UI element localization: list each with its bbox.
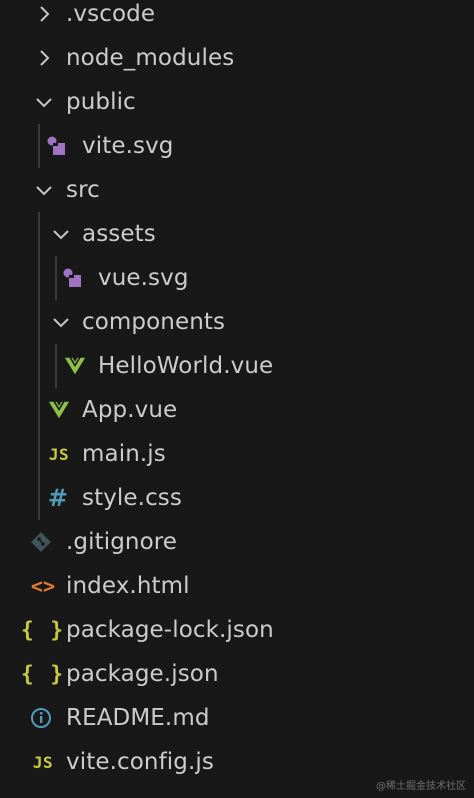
tree-item-package-lock-json[interactable]: { } package-lock.json [0,608,474,652]
tree-item-main-js[interactable]: JS main.js [0,432,474,476]
tree-item-label: .vscode [66,1,156,27]
tree-item-label: vite.config.js [66,749,214,775]
tree-item-label: assets [82,221,156,247]
tree-item-label: .gitignore [66,529,178,555]
html-file-icon: <> [30,574,56,598]
tree-item-readme-md[interactable]: README.md [0,696,474,740]
vue-file-icon [64,355,86,377]
tree-item-src[interactable]: src [0,168,474,212]
tree-item-label: vite.svg [82,133,174,159]
tree-item-label: package-lock.json [66,617,274,643]
tree-item-node-modules[interactable]: node_modules [0,36,474,80]
tree-item-public[interactable]: public [0,80,474,124]
tree-item-label: public [66,89,136,115]
css-file-icon: # [47,484,69,512]
js-file-icon: JS [32,752,54,772]
tree-item-assets[interactable]: assets [0,212,474,256]
tree-item-label: node_modules [66,45,235,71]
tree-item-label: src [66,177,100,203]
js-file-icon: JS [48,444,70,464]
chevron-down-icon[interactable] [50,223,72,245]
tree-item-label: HelloWorld.vue [98,353,274,379]
tree-item-label: components [82,309,226,335]
vue-file-icon [48,399,70,421]
watermark: @稀土掘金技术社区 [376,781,466,792]
tree-item-index-html[interactable]: <> index.html [0,564,474,608]
tree-item-gitignore[interactable]: .gitignore [0,520,474,564]
file-explorer-tree: .vscode node_modules public vite.svg src… [0,0,474,798]
chevron-down-icon[interactable] [50,311,72,333]
chevron-down-icon[interactable] [33,91,55,113]
tree-item-label: style.css [82,485,182,511]
svg-file-icon [62,267,84,289]
tree-item-label: README.md [66,705,210,731]
tree-item-label: main.js [82,441,166,467]
json-file-icon: { } [21,618,65,642]
tree-item-label: package.json [66,661,219,687]
chevron-right-icon[interactable] [33,3,55,25]
chevron-right-icon[interactable] [33,47,55,69]
svg-file-icon [46,135,68,157]
tree-item-label: index.html [66,573,190,599]
tree-item-vscode[interactable]: .vscode [0,0,474,36]
json-file-icon: { } [21,662,65,686]
tree-item-vue-svg[interactable]: vue.svg [0,256,474,300]
tree-item-helloworld-vue[interactable]: HelloWorld.vue [0,344,474,388]
tree-item-package-json[interactable]: { } package.json [0,652,474,696]
info-icon [30,707,52,729]
chevron-down-icon[interactable] [33,179,55,201]
tree-item-app-vue[interactable]: App.vue [0,388,474,432]
git-file-icon [30,531,52,553]
tree-item-label: App.vue [82,397,178,423]
tree-item-style-css[interactable]: # style.css [0,476,474,520]
tree-item-label: vue.svg [98,265,189,291]
tree-item-components[interactable]: components [0,300,474,344]
tree-item-vite-svg[interactable]: vite.svg [0,124,474,168]
